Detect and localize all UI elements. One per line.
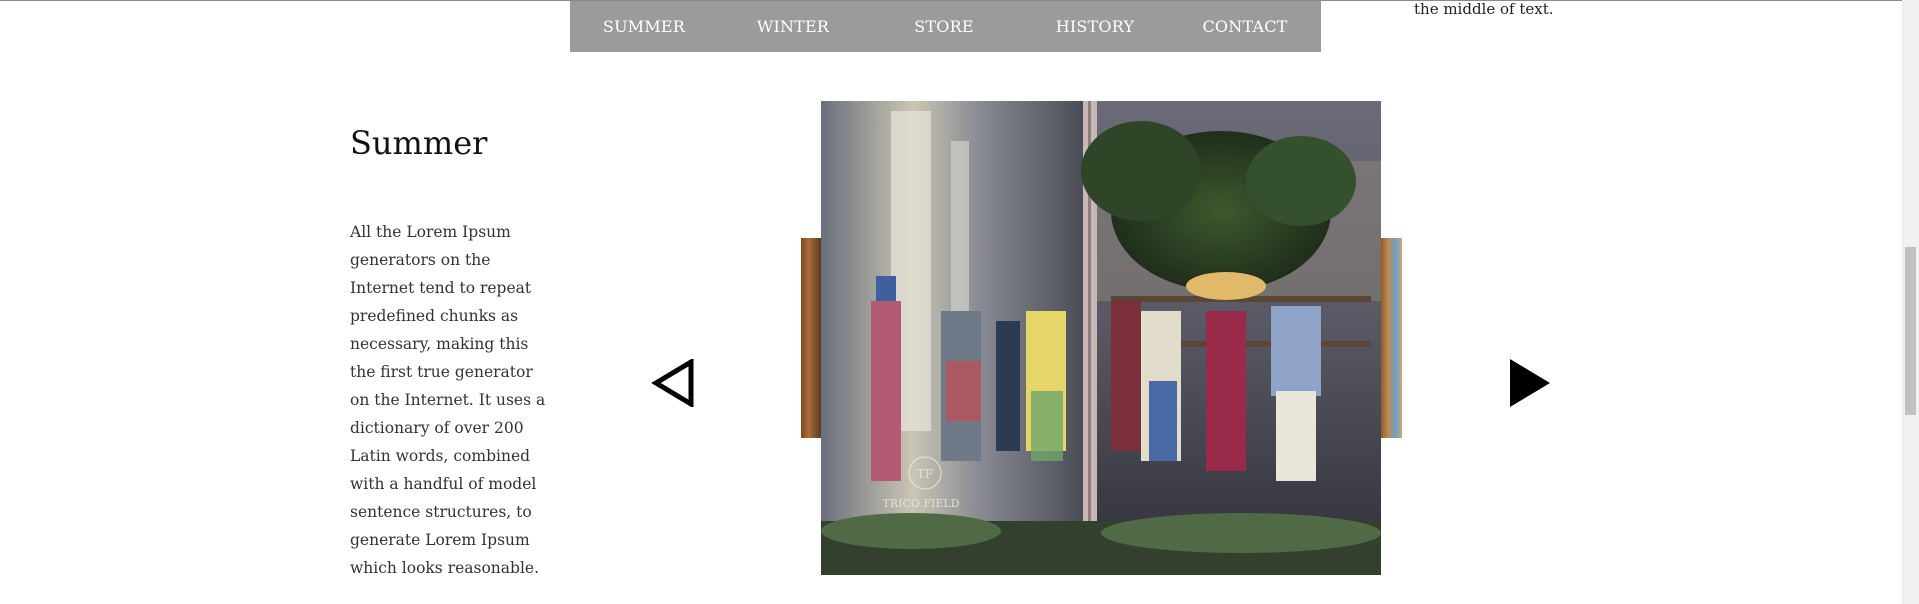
nav-item-history[interactable]: HISTORY	[1020, 1, 1170, 52]
page-scrollbar-thumb[interactable]	[1905, 247, 1916, 415]
nav-item-store[interactable]: STORE	[868, 1, 1020, 52]
clipped-paragraph-text: the middle of text.	[1414, 0, 1554, 18]
store-window-photo: TF TRICO FIELD	[821, 101, 1381, 575]
main-nav: SUMMER WINTER STORE HISTORY CONTACT	[570, 1, 1321, 52]
section-title: Summer	[350, 124, 488, 162]
nav-item-winter[interactable]: WINTER	[718, 1, 868, 52]
page-viewport: SUMMER WINTER STORE HISTORY CONTACT the …	[0, 0, 1919, 604]
triangle-right-filled-icon	[1510, 359, 1550, 407]
logo-monogram: TF	[917, 467, 933, 481]
nav-item-contact[interactable]: CONTACT	[1170, 1, 1320, 52]
carousel-prev-button[interactable]	[651, 357, 695, 409]
triangle-left-outline-icon	[651, 357, 694, 409]
carousel-next-slide-peek[interactable]	[1381, 238, 1402, 438]
section-body-text: All the Lorem Ipsum generators on the In…	[350, 223, 546, 577]
carousel-next-button[interactable]	[1508, 359, 1552, 407]
carousel-slide-image: TF TRICO FIELD	[821, 101, 1381, 575]
logo-brand-text: TRICO FIELD	[882, 497, 959, 510]
carousel-prev-slide-peek[interactable]	[801, 238, 821, 438]
nav-item-summer[interactable]: SUMMER	[570, 1, 718, 52]
